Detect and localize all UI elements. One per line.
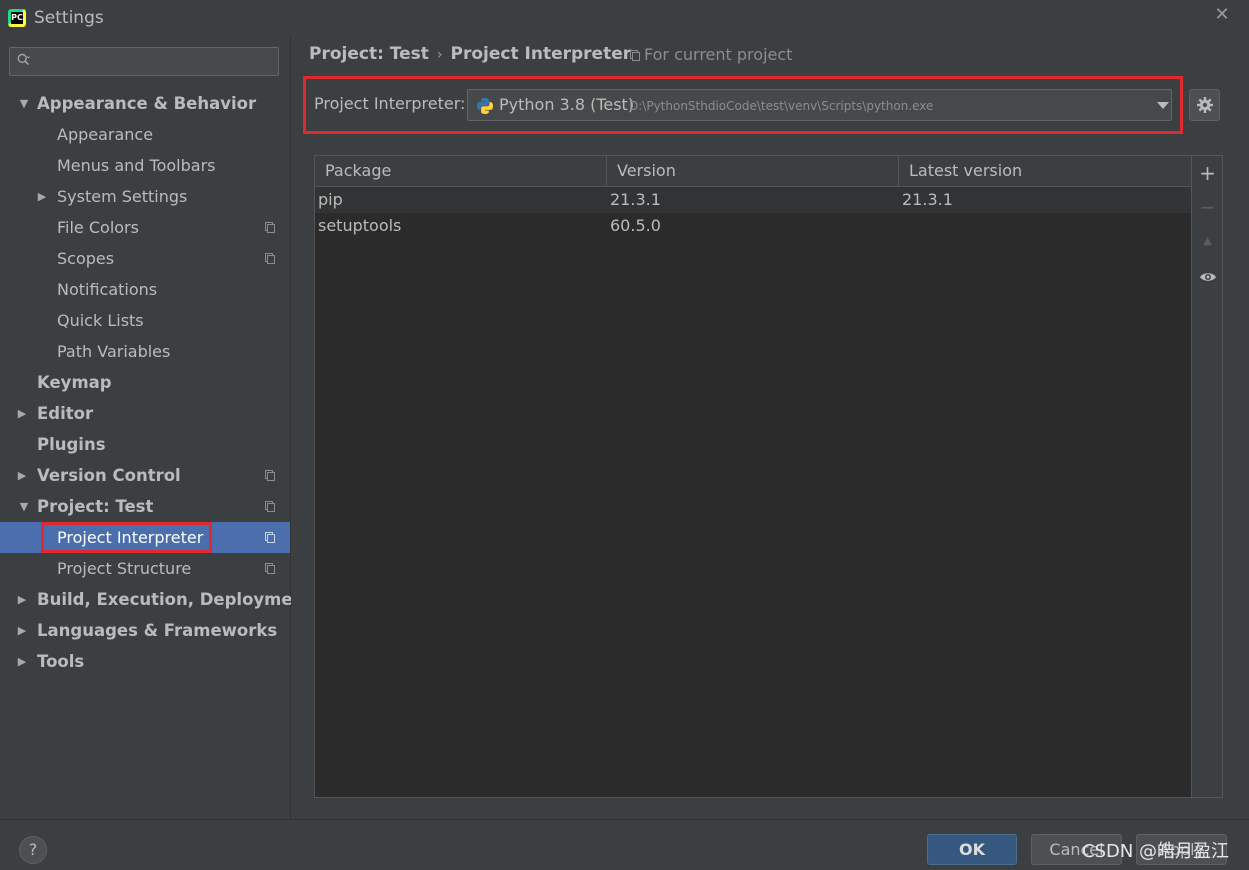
sidebar-item-system-settings[interactable]: ▶ System Settings xyxy=(0,181,290,212)
show-early-releases-button[interactable] xyxy=(1192,260,1223,290)
collapsed-arrow-icon[interactable]: ▶ xyxy=(15,615,29,646)
sidebar-item-label: Quick Lists xyxy=(57,311,144,330)
breadcrumb-current: Project Interpreter xyxy=(450,44,632,64)
upgrade-package-button[interactable]: ▲ xyxy=(1192,226,1223,256)
sidebar-item-languages-frameworks[interactable]: ▶ Languages & Frameworks xyxy=(0,615,290,646)
sidebar-item-label: Editor xyxy=(37,404,94,423)
sidebar-item-plugins[interactable]: Plugins xyxy=(0,429,290,460)
interpreter-settings-button[interactable] xyxy=(1189,89,1220,121)
project-scope-icon xyxy=(265,501,275,512)
project-scope-icon xyxy=(265,532,275,543)
packages-table[interactable]: Package Version Latest version pip 21.3.… xyxy=(314,155,1192,798)
sidebar-item-path-variables[interactable]: Path Variables xyxy=(0,336,290,367)
expanded-arrow-icon[interactable]: ▼ xyxy=(17,88,31,119)
scope-hint: For current project xyxy=(630,45,792,64)
app-icon-text: PC xyxy=(11,12,23,24)
pycharm-icon: PC xyxy=(8,9,26,27)
breadcrumb: Project: Test › Project Interpreter xyxy=(309,44,631,64)
sidebar-item-quick-lists[interactable]: Quick Lists xyxy=(0,305,290,336)
sidebar-item-label: Appearance & Behavior xyxy=(37,94,257,113)
breadcrumb-separator: › xyxy=(436,47,443,63)
add-package-button[interactable]: + xyxy=(1192,158,1223,188)
ok-button[interactable]: OK xyxy=(927,834,1017,865)
package-latest-version: 21.3.1 xyxy=(902,190,953,209)
sidebar-item-label: System Settings xyxy=(57,187,188,206)
dialog-footer: ? OK Cancel Apply CSDN @皓月盈江 xyxy=(0,819,1249,870)
sidebar-item-label: Languages & Frameworks xyxy=(37,621,278,640)
sidebar-item-label: Tools xyxy=(37,652,85,671)
sidebar-item-label: Scopes xyxy=(57,249,115,268)
scope-label: For current project xyxy=(644,45,793,64)
table-row[interactable]: pip 21.3.1 21.3.1 xyxy=(315,187,1191,213)
sidebar-item-label: Appearance xyxy=(57,125,154,144)
sidebar-item-project-structure[interactable]: Project Structure xyxy=(0,553,290,584)
package-version: 60.5.0 xyxy=(610,216,661,235)
packages-toolbar: + − ▲ xyxy=(1192,155,1223,798)
package-name: pip xyxy=(318,190,343,209)
watermark: CSDN @皓月盈江 xyxy=(1082,841,1230,862)
search-icon xyxy=(17,53,31,65)
title-bar: PC Settings ✕ xyxy=(0,0,1249,36)
sidebar-item-label: Project: Test xyxy=(37,497,154,516)
sidebar-item-notifications[interactable]: Notifications xyxy=(0,274,290,305)
remove-package-button[interactable]: − xyxy=(1192,192,1223,222)
sidebar-item-label: Plugins xyxy=(37,435,106,454)
close-icon[interactable]: ✕ xyxy=(1212,4,1232,26)
window-title: Settings xyxy=(34,8,104,28)
gear-icon xyxy=(1197,97,1213,113)
sidebar-item-file-colors[interactable]: File Colors xyxy=(0,212,290,243)
packages-table-header: Package Version Latest version xyxy=(315,156,1191,187)
sidebar-item-appearance-behavior[interactable]: ▼ Appearance & Behavior xyxy=(0,88,290,119)
breadcrumb-parent[interactable]: Project: Test xyxy=(309,44,429,64)
sidebar-item-project-test[interactable]: ▼ Project: Test xyxy=(0,491,290,522)
sidebar-item-menus-toolbars[interactable]: Menus and Toolbars xyxy=(0,150,290,181)
sidebar-item-keymap[interactable]: Keymap xyxy=(0,367,290,398)
sidebar-item-label: Path Variables xyxy=(57,342,171,361)
settings-search-input[interactable] xyxy=(9,47,279,76)
eye-icon xyxy=(1199,272,1216,281)
sidebar-item-label: Build, Execution, Deployment xyxy=(37,590,313,609)
collapsed-arrow-icon[interactable]: ▶ xyxy=(15,584,29,615)
sidebar-item-label: Notifications xyxy=(57,280,158,299)
column-header-version[interactable]: Version xyxy=(607,156,899,186)
project-scope-icon xyxy=(265,470,275,481)
sidebar-item-label: Menus and Toolbars xyxy=(57,156,216,175)
sidebar-item-scopes[interactable]: Scopes xyxy=(0,243,290,274)
project-scope-icon xyxy=(265,222,275,233)
column-header-package[interactable]: Package xyxy=(315,156,607,186)
project-scope-icon xyxy=(265,563,275,574)
project-scope-icon xyxy=(265,253,275,264)
project-scope-icon xyxy=(630,50,640,61)
collapsed-arrow-icon[interactable]: ▶ xyxy=(15,398,29,429)
package-version: 21.3.1 xyxy=(610,190,661,209)
expanded-arrow-icon[interactable]: ▼ xyxy=(17,491,31,522)
table-row[interactable]: setuptools 60.5.0 xyxy=(315,213,1191,239)
sidebar-item-label: Project Structure xyxy=(57,559,192,578)
settings-sidebar: ▼ Appearance & Behavior Appearance Menus… xyxy=(0,36,312,819)
sidebar-item-tools[interactable]: ▶ Tools xyxy=(0,646,290,677)
highlight-box-selected-item xyxy=(41,522,212,553)
sidebar-item-editor[interactable]: ▶ Editor xyxy=(0,398,290,429)
sidebar-item-appearance[interactable]: Appearance xyxy=(0,119,290,150)
highlight-box-interpreter xyxy=(303,76,1183,134)
sidebar-item-build-execution-deployment[interactable]: ▶ Build, Execution, Deployment xyxy=(0,584,312,615)
help-button[interactable]: ? xyxy=(19,836,47,864)
package-name: setuptools xyxy=(318,216,402,235)
column-header-latest-version[interactable]: Latest version xyxy=(899,156,1191,186)
sidebar-item-label: Version Control xyxy=(37,466,181,485)
collapsed-arrow-icon[interactable]: ▶ xyxy=(15,460,29,491)
settings-main-panel: Project: Test › Project Interpreter For cu… xyxy=(291,36,1249,819)
collapsed-arrow-icon[interactable]: ▶ xyxy=(15,646,29,677)
sidebar-item-version-control[interactable]: ▶ Version Control xyxy=(0,460,290,491)
sidebar-item-label: File Colors xyxy=(57,218,139,237)
collapsed-arrow-icon[interactable]: ▶ xyxy=(35,181,49,212)
sidebar-item-label: Keymap xyxy=(37,373,112,392)
